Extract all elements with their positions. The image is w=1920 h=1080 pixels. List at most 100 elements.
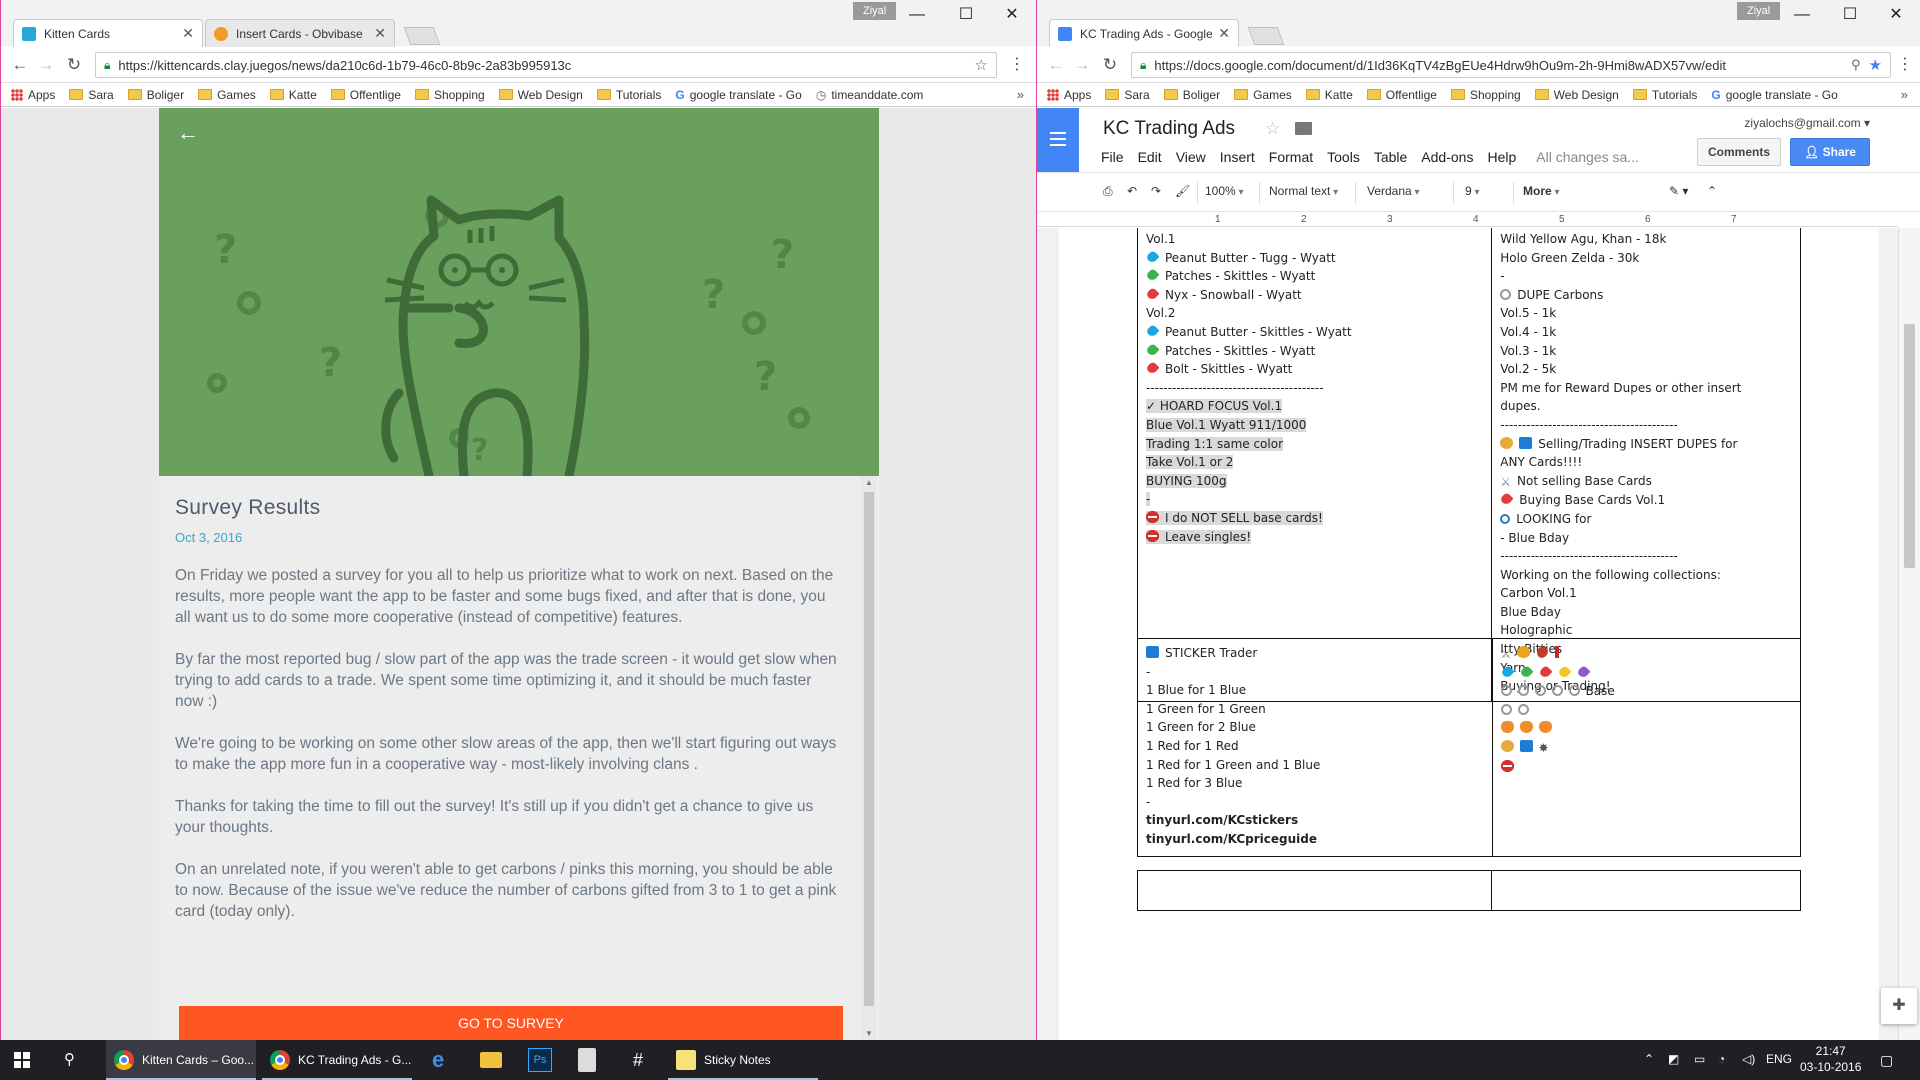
more-bookmarks-icon[interactable]: » [1017,87,1024,102]
google-docs-logo-icon[interactable] [1037,108,1079,172]
bookmark-item[interactable]: Tutorials [1632,88,1697,102]
close-tab-icon[interactable]: ✕ [374,25,386,42]
menu-file[interactable]: File [1101,149,1124,165]
menu-tools[interactable]: Tools [1327,149,1360,165]
tab-kc-trading-ads[interactable]: KC Trading Ads - Google ✕ [1049,19,1239,47]
back-arrow-icon[interactable]: ← [1045,54,1067,76]
table2-left-cell[interactable]: STICKER Trader - 1 Blue for 1 Blue 1 Green … [1137,638,1493,857]
tab-obvibase[interactable]: Insert Cards - Obvibase ✕ [205,19,395,47]
bookmark-item[interactable]: Boliger [1163,88,1220,102]
tab-kitten-cards[interactable]: Kitten Cards ✕ [13,19,203,47]
wifi-icon[interactable]: ◔ [1718,1052,1725,1066]
scrollbar-thumb[interactable] [1904,324,1915,568]
menu-format[interactable]: Format [1269,149,1313,165]
bookmark-item[interactable]: Games [1234,88,1292,102]
battery-icon[interactable]: ▭ [1694,1052,1705,1066]
language-indicator[interactable]: ENG [1766,1052,1792,1066]
font-select[interactable]: Verdana [1367,184,1420,198]
bookmark-item[interactable]: ◷ timeanddate.com [816,88,924,102]
bookmark-item[interactable]: Games [198,88,256,102]
bookmark-item[interactable]: Sara [1105,88,1150,102]
taskbar-item-sticky-notes[interactable]: Sticky Notes [668,1040,818,1080]
taskbar-item-kc-trading-ads[interactable]: KC Trading Ads - G... [262,1040,412,1080]
photoshop-icon[interactable]: Ps [528,1048,552,1072]
editing-mode-pencil-icon[interactable]: ✎ ▾ [1669,184,1688,198]
minimize-button[interactable]: — [894,4,940,26]
more-bookmarks-icon[interactable]: » [1901,87,1908,102]
close-window-button[interactable]: ✕ [1873,4,1919,26]
paragraph-style-select[interactable]: Normal text [1269,184,1338,198]
taskbar-clock[interactable]: 21:47 03-10-2016 [1800,1043,1861,1075]
back-arrow-icon[interactable]: ← [9,54,31,76]
reload-icon[interactable]: ↻ [63,54,85,76]
bookmark-item[interactable]: Boliger [127,88,184,102]
go-to-survey-button[interactable]: GO TO SURVEY [179,1006,843,1040]
explore-button-icon[interactable]: ✚ [1881,988,1917,1024]
file-explorer-icon[interactable] [480,1052,502,1068]
undo-icon[interactable]: ↶ [1127,184,1137,198]
menu-addons[interactable]: Add-ons [1421,149,1473,165]
volume-icon[interactable]: ◁) [1742,1052,1755,1066]
bookmark-item[interactable]: Web Design [498,88,583,102]
address-bar[interactable]: 🔒︎ https://docs.google.com/document/d/1I… [1131,52,1891,78]
article-scrollbar[interactable]: ▲ ▼ [861,476,877,1040]
bookmark-item[interactable]: Ggoogle translate - Go [1711,88,1837,102]
bookmark-item[interactable]: Offentlige [330,88,401,102]
slack-icon[interactable]: # [626,1048,650,1072]
table2-right-cell[interactable]: ⚔ Base ✸ [1491,638,1802,857]
new-tab-button[interactable] [1247,27,1285,45]
table3-right-cell[interactable] [1491,870,1801,911]
star-document-icon[interactable]: ☆ [1265,119,1280,139]
document-ruler[interactable]: 1 2 3 4 5 6 7 [1037,213,1898,227]
minimize-button[interactable]: — [1779,4,1825,26]
menu-view[interactable]: View [1176,149,1206,165]
table3-left-cell[interactable] [1136,870,1493,911]
redo-icon[interactable]: ↷ [1151,184,1161,198]
print-icon[interactable]: ⎙ [1103,184,1113,199]
bookmark-item[interactable]: Web Design [1534,88,1619,102]
bookmark-item[interactable]: Apps [1047,88,1091,102]
table1-left-cell[interactable]: Vol.1 Peanut Butter - Tugg - Wyatt Patches… [1136,228,1493,702]
bookmark-item[interactable]: Ggoogle translate - Go [675,88,801,102]
menu-edit[interactable]: Edit [1138,149,1162,165]
address-bar[interactable]: 🔒︎ https://kittencards.clay.juegos/news/… [95,52,997,78]
profile-badge[interactable]: Ziyal [853,2,897,20]
close-window-button[interactable]: ✕ [989,4,1035,26]
table1-right-cell[interactable]: Wild Yellow Agu, Khan - 18k Holo Green Ze… [1491,228,1801,702]
zoom-search-icon[interactable]: ⚲ [1851,57,1861,73]
chrome-menu-icon[interactable]: ⋮ [1897,56,1913,74]
document-page[interactable]: Vol.1 Peanut Butter - Tugg - Wyatt Patches… [1059,228,1879,1040]
bookmark-item[interactable]: Tutorials [596,88,661,102]
bookmark-item[interactable]: Shopping [414,88,485,102]
collapse-menu-icon[interactable]: ⌃ [1707,184,1717,198]
font-size-select[interactable]: 9 [1465,184,1480,198]
bookmark-item[interactable]: Sara [69,88,114,102]
bookmark-item[interactable]: Katte [269,88,317,102]
zoom-select[interactable]: 100% [1205,184,1244,198]
search-icon[interactable]: ⚲ [64,1050,75,1068]
bookmark-star-icon[interactable]: ☆ [975,56,988,74]
more-button[interactable]: More [1523,184,1559,198]
new-tab-button[interactable] [403,27,441,45]
menu-insert[interactable]: Insert [1220,149,1255,165]
tray-app-icon[interactable]: ◩ [1668,1052,1679,1066]
document-scrollbar[interactable] [1898,228,1920,1040]
paint-format-icon[interactable]: 🖌︎ [1175,184,1190,198]
show-hidden-icons-icon[interactable]: ⌃ [1644,1052,1654,1066]
windows-start-icon[interactable] [14,1052,30,1068]
bookmark-item[interactable]: Apps [11,88,55,102]
menu-help[interactable]: Help [1487,149,1516,165]
document-title[interactable]: KC Trading Ads [1103,118,1235,140]
calculator-icon[interactable] [578,1048,596,1072]
edge-icon[interactable]: e [432,1048,456,1072]
scroll-down-icon[interactable]: ▼ [861,1029,877,1038]
reload-icon[interactable]: ↻ [1099,54,1121,76]
bookmark-item[interactable]: Shopping [1450,88,1521,102]
maximize-button[interactable]: ☐ [1827,4,1873,26]
save-status[interactable]: All changes sa... [1536,149,1639,165]
share-button[interactable]: 👤︎ Share [1790,138,1870,166]
taskbar-item-kitten-cards[interactable]: Kitten Cards – Goo... [106,1040,256,1080]
menu-table[interactable]: Table [1374,149,1407,165]
scroll-up-icon[interactable]: ▲ [861,478,877,487]
comments-button[interactable]: Comments [1697,138,1781,166]
